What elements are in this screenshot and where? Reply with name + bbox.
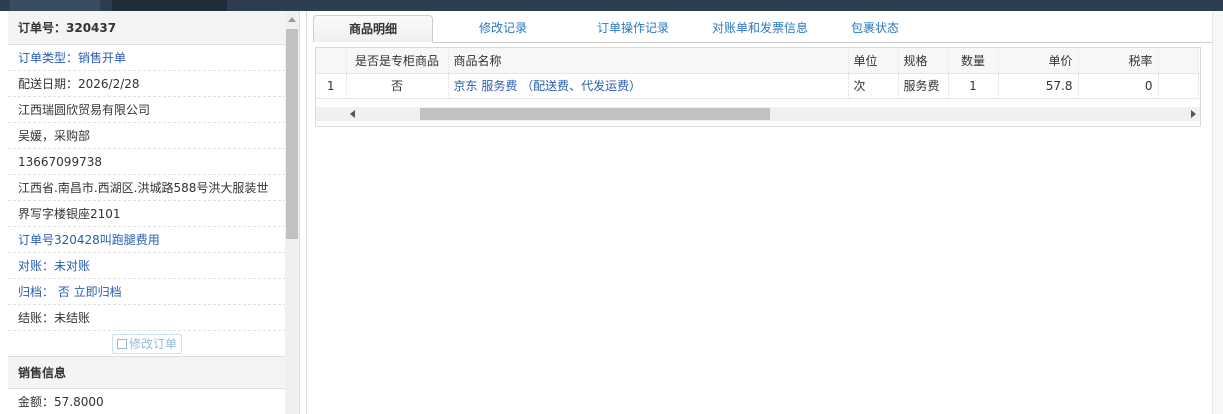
top-navbar xyxy=(0,0,1223,11)
product-grid: 是否是专柜商品 商品名称 单位 规格 数量 单价 税率 1 否 京东 服务费 （… xyxy=(315,47,1201,127)
sales-info-header: 销售信息 xyxy=(8,357,286,389)
order-info-panel: 订单号：320437 订单类型：销售开单 配送日期：2026/2/28 江西瑞圆… xyxy=(8,11,300,414)
scrollbar-thumb[interactable] xyxy=(286,29,298,239)
order-remark[interactable]: 订单号320428叫跑腿费用 xyxy=(8,227,286,253)
phone-number: 13667099738 xyxy=(8,149,286,175)
cell-quantity: 1 xyxy=(948,73,999,99)
company-name: 江西瑞圆欣贸易有限公司 xyxy=(8,97,286,123)
col-header-rownum xyxy=(316,48,347,74)
cell-counter-item: 否 xyxy=(346,73,449,99)
horizontal-scrollbar-thumb[interactable] xyxy=(420,108,770,120)
cell-tax-rate: 0 xyxy=(1078,73,1159,99)
edit-order-label: 修改订单 xyxy=(128,337,177,351)
tab-edit-history[interactable]: 修改记录 xyxy=(443,15,563,43)
order-type[interactable]: 订单类型：销售开单 xyxy=(8,45,286,71)
col-header-counter-item[interactable]: 是否是专柜商品 xyxy=(346,48,449,74)
cell-spec: 服务费 xyxy=(898,73,949,99)
col-header-overflow xyxy=(1158,48,1199,74)
sales-amount: 金额：57.8000 xyxy=(8,389,286,414)
arrow-right-icon[interactable] xyxy=(1191,110,1196,118)
edit-order-button[interactable]: 修改订单 xyxy=(112,334,182,354)
edit-button-row: 修改订单 xyxy=(8,331,286,357)
order-detail-panel: 商品明细 修改记录 订单操作记录 对账单和发票信息 包裹状态 是否是专柜商品 商… xyxy=(306,11,1213,414)
tab-order-operation-log[interactable]: 订单操作记录 xyxy=(573,15,693,43)
cell-product-name[interactable]: 京东 服务费 （配送费、代发运费） xyxy=(448,73,849,99)
cell-unit-price: 57.8 xyxy=(998,73,1079,99)
col-header-unit-price[interactable]: 单价 xyxy=(998,48,1079,74)
detail-tabs: 商品明细 修改记录 订单操作记录 对账单和发票信息 包裹状态 xyxy=(313,15,1213,43)
settlement-status: 结账：未结账 xyxy=(8,305,286,331)
address-line-1: 江西省.南昌市.西湖区.洪城路588号洪大服装世 xyxy=(8,175,286,201)
contact-person: 吴媛，采购部 xyxy=(8,123,286,149)
tab-package-status[interactable]: 包裹状态 xyxy=(833,15,917,43)
archive-status[interactable]: 归档： 否 立即归档 xyxy=(8,279,286,305)
order-number-header: 订单号：320437 xyxy=(8,11,286,45)
reconcile-status[interactable]: 对账：未对账 xyxy=(8,253,286,279)
col-header-product-name[interactable]: 商品名称 xyxy=(448,48,849,74)
cell-overflow xyxy=(1158,73,1199,99)
col-header-spec[interactable]: 规格 xyxy=(898,48,949,74)
delivery-date: 配送日期：2026/2/28 xyxy=(8,71,286,97)
col-header-unit[interactable]: 单位 xyxy=(848,48,899,74)
table-row[interactable]: 1 否 京东 服务费 （配送费、代发运费） 次 服务费 1 57.8 0 xyxy=(316,73,1199,99)
top-nav-tab-active[interactable] xyxy=(112,0,227,11)
pencil-icon xyxy=(116,339,127,349)
cell-rownum: 1 xyxy=(316,73,347,99)
left-panel-scrollbar[interactable] xyxy=(285,11,299,414)
col-header-quantity[interactable]: 数量 xyxy=(948,48,999,74)
table-header-row: 是否是专柜商品 商品名称 单位 规格 数量 单价 税率 xyxy=(316,48,1199,74)
address-line-2: 界写字楼银座2101 xyxy=(8,201,286,227)
cell-unit: 次 xyxy=(848,73,899,99)
arrow-up-icon[interactable] xyxy=(288,17,296,22)
product-table: 是否是专柜商品 商品名称 单位 规格 数量 单价 税率 1 否 京东 服务费 （… xyxy=(316,48,1199,99)
grid-horizontal-scrollbar[interactable] xyxy=(316,107,1200,121)
tab-statement-invoice[interactable]: 对账单和发票信息 xyxy=(693,15,827,43)
tab-product-details[interactable]: 商品明细 xyxy=(313,15,433,43)
arrow-left-icon[interactable] xyxy=(350,110,355,118)
col-header-tax-rate[interactable]: 税率 xyxy=(1078,48,1159,74)
page-vertical-scrollbar[interactable] xyxy=(1212,11,1223,414)
top-nav-tab[interactable] xyxy=(10,0,100,11)
